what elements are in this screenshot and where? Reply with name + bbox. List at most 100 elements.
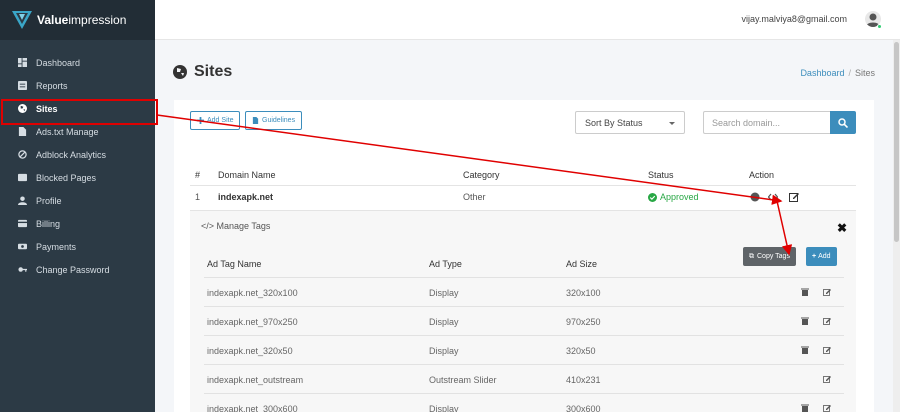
column-header-domain: Domain Name xyxy=(218,170,276,180)
search-button[interactable] xyxy=(830,111,856,134)
dashboard-icon xyxy=(17,58,27,68)
copy-tags-label: Copy Tags xyxy=(757,253,790,260)
sidebar-item-billing[interactable]: Billing xyxy=(0,212,155,235)
manage-tags-title: </> Manage Tags xyxy=(201,221,271,231)
edit-icon[interactable] xyxy=(823,375,831,383)
ad-type: Outstream Slider xyxy=(429,375,497,385)
column-header-ad-size: Ad Size xyxy=(566,259,598,269)
ad-size: 410x231 xyxy=(566,375,601,385)
breadcrumb-separator: / xyxy=(848,68,851,78)
sidebar-item-label: Sites xyxy=(36,103,58,114)
file-icon xyxy=(17,127,27,137)
ad-size: 320x50 xyxy=(566,346,596,356)
status-text: Approved xyxy=(660,192,699,202)
page-title-text: Sites xyxy=(194,63,233,80)
sites-card: Add Site Guidelines Sort By Status # Dom… xyxy=(174,100,874,412)
sidebar-item-reports[interactable]: Reports xyxy=(0,74,155,97)
add-site-label: Add Site xyxy=(207,117,234,124)
sidebar-nav: Dashboard Reports Sites Ads.txt Manage A… xyxy=(0,40,155,281)
table-row: indexapk.net_320x50 Display 320x50 xyxy=(204,336,844,365)
add-tag-button[interactable]: + Add xyxy=(806,247,837,266)
page-title: Sites xyxy=(173,63,232,81)
copy-icon: ⧉ xyxy=(749,252,754,260)
sort-select-value: Sort By Status xyxy=(585,117,643,128)
ad-size: 300x600 xyxy=(566,404,601,412)
edit-icon[interactable] xyxy=(823,346,831,354)
ban-icon xyxy=(17,150,27,160)
close-icon[interactable]: ✖ xyxy=(837,221,847,235)
ad-type: Display xyxy=(429,404,459,412)
sort-select[interactable]: Sort By Status xyxy=(575,111,685,134)
ad-type: Display xyxy=(429,317,459,327)
sidebar-item-sites[interactable]: Sites xyxy=(0,97,155,120)
guidelines-button[interactable]: Guidelines xyxy=(245,111,303,130)
check-circle-icon xyxy=(648,192,657,202)
edit-icon[interactable] xyxy=(823,317,831,325)
sidebar-item-label: Blocked Pages xyxy=(36,172,97,183)
sidebar-item-label: Dashboard xyxy=(36,57,81,68)
globe-icon xyxy=(173,65,187,79)
brand[interactable]: Valueimpression xyxy=(0,0,155,40)
trash-icon[interactable] xyxy=(801,288,809,296)
site-row-number: 1 xyxy=(195,192,201,202)
ad-size: 320x100 xyxy=(566,288,601,298)
edit-icon[interactable] xyxy=(789,192,799,202)
sidebar-item-dashboard[interactable]: Dashboard xyxy=(0,51,155,74)
sidebar-item-label: Change Password xyxy=(36,264,110,275)
site-row-domain: indexapk.net xyxy=(218,192,274,202)
ad-size: 970x250 xyxy=(566,317,601,327)
table-row: indexapk.net_300x600 Display 300x600 xyxy=(204,394,844,412)
user-email[interactable]: vijay.malviya8@gmail.com xyxy=(742,14,848,24)
sidebar-item-payments[interactable]: Payments xyxy=(0,235,155,258)
breadcrumb: Dashboard / Sites xyxy=(800,68,875,78)
reports-icon xyxy=(17,81,27,91)
copy-tags-button[interactable]: ⧉ Copy Tags xyxy=(743,247,796,266)
site-row-category: Other xyxy=(463,192,486,202)
breadcrumb-dashboard-link[interactable]: Dashboard xyxy=(800,68,844,78)
document-icon xyxy=(252,117,259,124)
column-header-ad-tag-name: Ad Tag Name xyxy=(207,259,262,269)
manage-tags-panel: </> Manage Tags ✖ Ad Tag Name Ad Type Ad… xyxy=(190,210,856,412)
globe-icon xyxy=(17,104,27,114)
top-bar: vijay.malviya8@gmail.com xyxy=(155,0,900,40)
edit-icon[interactable] xyxy=(823,404,831,412)
edit-icon[interactable] xyxy=(823,288,831,296)
sidebar-item-label: Adblock Analytics xyxy=(36,149,107,160)
trash-icon[interactable] xyxy=(801,346,809,354)
ad-tag-name: indexapk.net_outstream xyxy=(207,375,304,385)
sidebar-item-adblock-analytics[interactable]: Adblock Analytics xyxy=(0,143,155,166)
manage-tags-title-text: Manage Tags xyxy=(216,221,271,231)
ad-tag-name: indexapk.net_320x50 xyxy=(207,346,293,356)
column-header-number: # xyxy=(195,170,201,180)
logo-icon xyxy=(12,11,32,29)
trash-icon[interactable] xyxy=(801,317,809,325)
online-status-dot xyxy=(877,24,882,29)
code-icon[interactable] xyxy=(768,192,778,202)
add-tag-label: Add xyxy=(818,253,831,260)
ad-type: Display xyxy=(429,346,459,356)
scrollbar-thumb[interactable] xyxy=(894,42,899,242)
brand-name: Valueimpression xyxy=(37,13,127,27)
table-row: indexapk.net_970x250 Display 970x250 xyxy=(204,307,844,336)
trash-icon[interactable] xyxy=(801,404,809,412)
add-site-button[interactable]: Add Site xyxy=(190,111,241,130)
plus-icon xyxy=(197,117,204,124)
sidebar-item-profile[interactable]: Profile xyxy=(0,189,155,212)
credit-card-icon xyxy=(17,219,27,229)
column-header-status: Status xyxy=(648,170,674,180)
sidebar-item-change-password[interactable]: Change Password xyxy=(0,258,155,281)
chevron-down-icon xyxy=(669,122,675,125)
sidebar-item-label: Ads.txt Manage xyxy=(36,126,99,137)
sidebar-item-blocked-pages[interactable]: Blocked Pages xyxy=(0,166,155,189)
key-icon xyxy=(17,265,27,275)
ad-tag-name: indexapk.net_970x250 xyxy=(207,317,298,327)
ad-type: Display xyxy=(429,288,459,298)
table-row: indexapk.net_outstream Outstream Slider … xyxy=(204,365,844,394)
column-header-category: Category xyxy=(463,170,500,180)
status-badge: Approved xyxy=(648,192,699,202)
blocked-icon xyxy=(17,173,27,183)
search-input[interactable] xyxy=(703,111,831,134)
tags-toggle-icon[interactable] xyxy=(750,192,760,202)
user-icon xyxy=(17,196,27,206)
sidebar-item-ads-txt[interactable]: Ads.txt Manage xyxy=(0,120,155,143)
